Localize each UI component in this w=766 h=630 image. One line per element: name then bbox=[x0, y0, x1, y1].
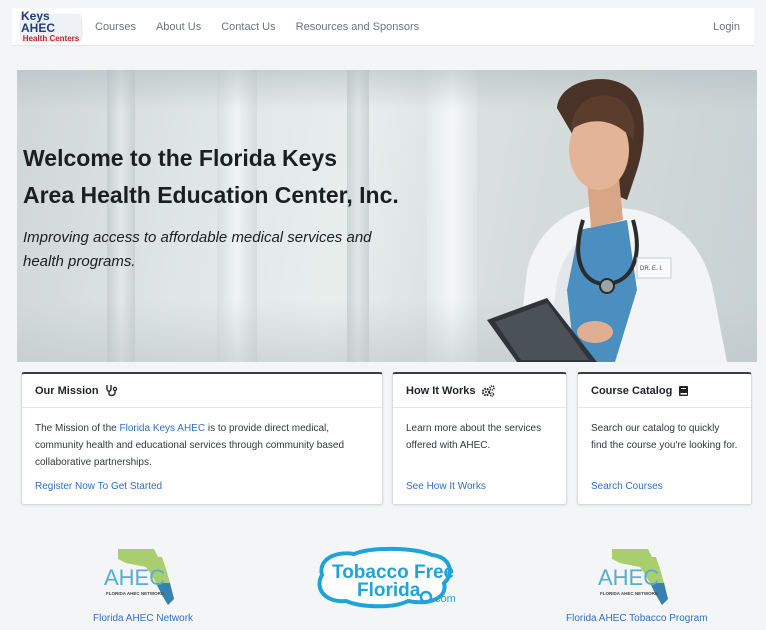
hero-title: Welcome to the Florida Keys Area Health … bbox=[23, 140, 443, 214]
florida-ahec-network-logo[interactable]: AHEC FLORIDA AHEC NETWORK bbox=[96, 543, 186, 609]
hero-subtitle: Improving access to affordable medical s… bbox=[23, 226, 403, 274]
how-it-works-card-header: How It Works bbox=[393, 374, 566, 408]
florida-ahec-tobacco-logo[interactable]: AHEC FLORIDA AHEC NETWORK bbox=[590, 543, 680, 609]
right-logo-sub: FLORIDA AHEC NETWORK bbox=[600, 591, 659, 596]
course-catalog-card: Course Catalog Search our catalog to qui… bbox=[577, 372, 752, 505]
tobacco-free-florida-logo[interactable]: Tobacco Free Florida .com bbox=[312, 545, 462, 615]
florida-ahec-network-link[interactable]: Florida AHEC Network bbox=[93, 613, 193, 624]
see-how-it-works-link[interactable]: See How It Works bbox=[406, 481, 486, 492]
florida-map-icon-2: AHEC FLORIDA AHEC NETWORK bbox=[598, 549, 668, 605]
left-logo-sub: FLORIDA AHEC NETWORK bbox=[106, 591, 165, 596]
mission-card-header: Our Mission bbox=[22, 374, 382, 408]
tobacco-free-florida-mark: Tobacco Free Florida .com bbox=[317, 546, 456, 609]
right-logo-text: AHEC bbox=[598, 565, 659, 590]
keys-ahec-logo[interactable]: Keys AHEC Health Centers bbox=[21, 10, 81, 43]
login-link[interactable]: Login bbox=[713, 21, 740, 33]
stethoscope-icon bbox=[105, 385, 117, 397]
book-icon bbox=[679, 385, 689, 396]
florida-map-icon: AHEC FLORIDA AHEC NETWORK bbox=[104, 549, 174, 605]
course-catalog-card-body: Search our catalog to quickly find the c… bbox=[591, 423, 738, 451]
nav-links: Courses About Us Contact Us Resources an… bbox=[95, 21, 439, 33]
search-courses-link[interactable]: Search Courses bbox=[591, 481, 663, 492]
gears-icon bbox=[482, 384, 496, 397]
hero-title-line1: Welcome to the Florida Keys bbox=[23, 145, 337, 171]
mission-card-body: The Mission of the Florida Keys AHEC is … bbox=[22, 408, 382, 471]
logo-line1: Keys AHEC bbox=[21, 9, 56, 35]
nav-link-contact-us[interactable]: Contact Us bbox=[221, 21, 275, 33]
nav-link-about-us[interactable]: About Us bbox=[156, 21, 201, 33]
nav-link-courses[interactable]: Courses bbox=[95, 21, 136, 33]
hero-title-line2: Area Health Education Center, Inc. bbox=[23, 182, 399, 208]
florida-keys-ahec-link[interactable]: Florida Keys AHEC bbox=[119, 423, 205, 434]
logo-line2: Health Centers bbox=[22, 34, 80, 43]
how-it-works-card-title: How It Works bbox=[406, 384, 476, 397]
tobacco-suffix: .com bbox=[432, 593, 456, 605]
mission-card-title: Our Mission bbox=[35, 384, 99, 397]
left-logo-text: AHEC bbox=[104, 565, 165, 590]
register-now-link[interactable]: Register Now To Get Started bbox=[35, 481, 162, 492]
hero-subtitle-line1: Improving access to affordable medical s… bbox=[23, 229, 372, 246]
nav-link-resources-sponsors[interactable]: Resources and Sponsors bbox=[296, 21, 420, 33]
florida-ahec-tobacco-program-link[interactable]: Florida AHEC Tobacco Program bbox=[566, 613, 708, 624]
tobacco-line2: Florida bbox=[357, 580, 421, 601]
hero-subtitle-line2: health programs. bbox=[23, 253, 136, 270]
course-catalog-card-header: Course Catalog bbox=[578, 374, 751, 408]
top-navbar: Keys AHEC Health Centers Courses About U… bbox=[12, 8, 754, 46]
mission-text-before: The Mission of the bbox=[35, 423, 120, 434]
doctor-photo: DR. E. I. bbox=[487, 78, 727, 362]
how-it-works-card-body: Learn more about the services offered wi… bbox=[406, 423, 542, 451]
course-catalog-card-title: Course Catalog bbox=[591, 384, 673, 397]
mission-card: Our Mission The Mission of the Florida K… bbox=[21, 372, 383, 505]
how-it-works-card: How It Works Learn more about the servic… bbox=[392, 372, 567, 505]
hero-banner: DR. E. I. Welcome to the Florida Keys Ar… bbox=[17, 70, 757, 362]
badge-text: DR. E. I. bbox=[640, 266, 663, 272]
